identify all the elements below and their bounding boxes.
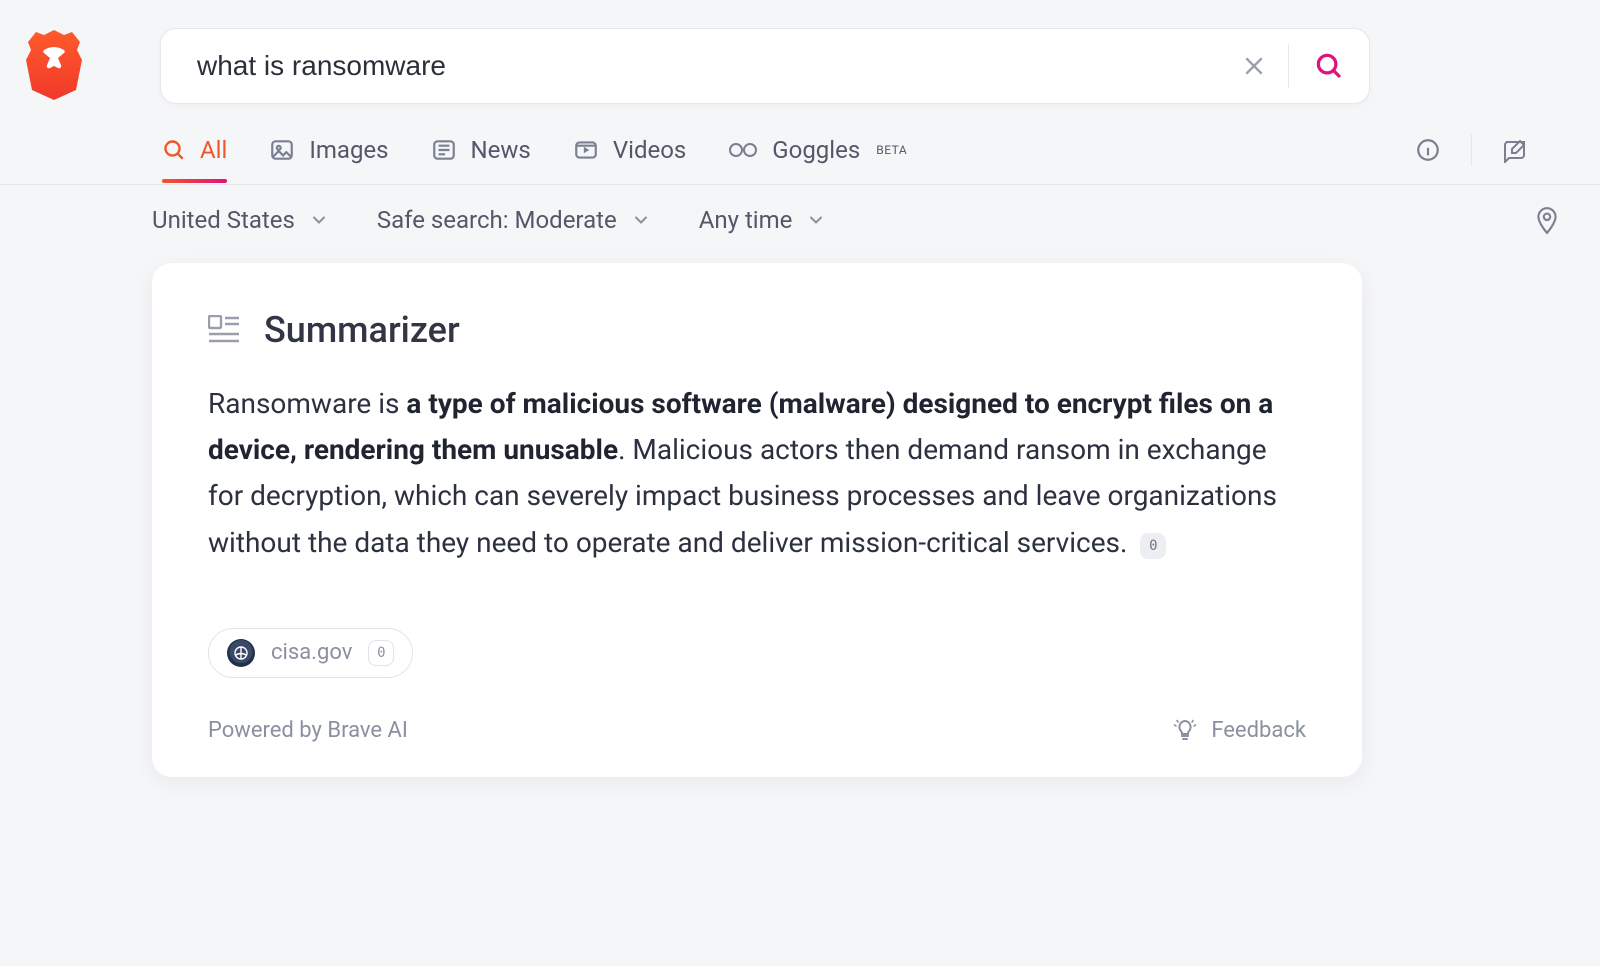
- filter-bar: United States Safe search: Moderate Any …: [152, 185, 1600, 255]
- feedback-button[interactable]: Feedback: [1173, 718, 1306, 743]
- tab-all[interactable]: All: [162, 136, 227, 182]
- tab-goggles[interactable]: Goggles BETA: [728, 136, 907, 182]
- tab-label: Goggles: [772, 136, 860, 164]
- summary-prefix: Ransomware is: [208, 387, 406, 420]
- search-icon: [162, 138, 186, 162]
- lightbulb-icon: [1173, 718, 1197, 742]
- summary-text: Ransomware is a type of malicious softwa…: [208, 381, 1306, 566]
- chevron-down-icon: [309, 210, 329, 230]
- tab-news[interactable]: News: [431, 136, 531, 182]
- source-domain: cisa.gov: [271, 640, 352, 665]
- search-icon[interactable]: [1307, 44, 1351, 88]
- safesearch-dropdown[interactable]: Safe search: Moderate: [377, 206, 651, 234]
- tab-label: Videos: [613, 136, 686, 164]
- card-title: Summarizer: [264, 309, 460, 351]
- powered-by-text: Powered by Brave AI: [208, 718, 408, 743]
- source-favicon: [227, 639, 255, 667]
- chevron-down-icon: [806, 210, 826, 230]
- beta-badge: BETA: [876, 143, 907, 157]
- citation-badge[interactable]: 0: [1140, 533, 1166, 559]
- source-ref-badge: 0: [368, 640, 394, 666]
- location-icon[interactable]: [1534, 205, 1560, 235]
- tab-label: All: [200, 136, 227, 164]
- summarizer-card: Summarizer Ransomware is a type of malic…: [152, 263, 1362, 777]
- search-input[interactable]: [195, 49, 1232, 83]
- tab-label: News: [471, 136, 531, 164]
- image-icon: [269, 137, 295, 163]
- clear-icon[interactable]: [1232, 44, 1276, 88]
- dropdown-label: Any time: [699, 206, 793, 234]
- region-dropdown[interactable]: United States: [152, 206, 329, 234]
- video-icon: [573, 137, 599, 163]
- compose-icon[interactable]: [1502, 137, 1530, 163]
- dropdown-label: Safe search: Moderate: [377, 206, 617, 234]
- chevron-down-icon: [631, 210, 651, 230]
- tab-images[interactable]: Images: [269, 136, 388, 182]
- goggles-icon: [728, 139, 758, 161]
- feedback-label: Feedback: [1211, 718, 1306, 743]
- summarizer-icon: [208, 315, 240, 345]
- search-bar: [160, 28, 1370, 104]
- info-icon[interactable]: [1415, 137, 1441, 163]
- tab-label: Images: [309, 136, 388, 164]
- news-icon: [431, 137, 457, 163]
- divider: [1471, 134, 1472, 166]
- tabs: All Images News Videos Goggles BETA: [162, 134, 1570, 184]
- brave-logo[interactable]: [22, 28, 86, 102]
- tab-videos[interactable]: Videos: [573, 136, 686, 182]
- dropdown-label: United States: [152, 206, 295, 234]
- source-pill[interactable]: cisa.gov 0: [208, 628, 413, 678]
- time-dropdown[interactable]: Any time: [699, 206, 827, 234]
- divider: [1288, 44, 1289, 88]
